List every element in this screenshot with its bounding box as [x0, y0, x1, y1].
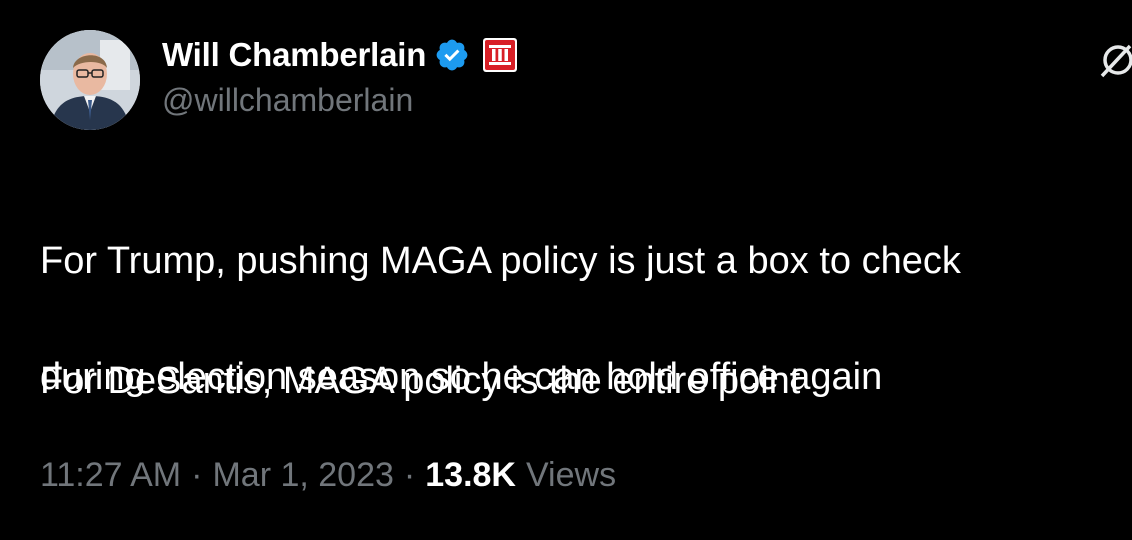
tweet-meta: 11:27 AM · Mar 1, 2023 · 13.8K Views [40, 456, 616, 495]
name-row: Will Chamberlain [162, 30, 518, 80]
meta-separator: · [403, 456, 416, 494]
tweet-text: For Trump, pushing MAGA policy is just a… [40, 174, 1120, 464]
tweet-date[interactable]: Mar 1, 2023 [212, 456, 393, 495]
tweet-time[interactable]: 11:27 AM [40, 456, 181, 495]
tweet-text-line: For Trump, pushing MAGA policy is just a… [40, 240, 961, 282]
views-label: Views [525, 456, 617, 494]
affiliation-badge-icon[interactable] [482, 37, 518, 73]
handle[interactable]: @willchamberlain [162, 82, 518, 119]
views-count[interactable]: 13.8K [425, 456, 516, 495]
meta-separator: · [191, 456, 203, 494]
tweet-header: Will Chamberlain @willchamberlain [162, 30, 518, 130]
profile-photo-icon [40, 30, 140, 130]
tweet-card: Will Chamberlain @willchamberlain For Tr… [0, 0, 1132, 540]
tweet-text-paragraph: For DeSantis, MAGA policy is the entire … [40, 360, 801, 402]
verified-badge-icon[interactable] [434, 37, 470, 73]
display-name[interactable]: Will Chamberlain [162, 36, 426, 74]
avatar[interactable] [40, 30, 140, 130]
grok-icon[interactable] [1096, 40, 1132, 80]
